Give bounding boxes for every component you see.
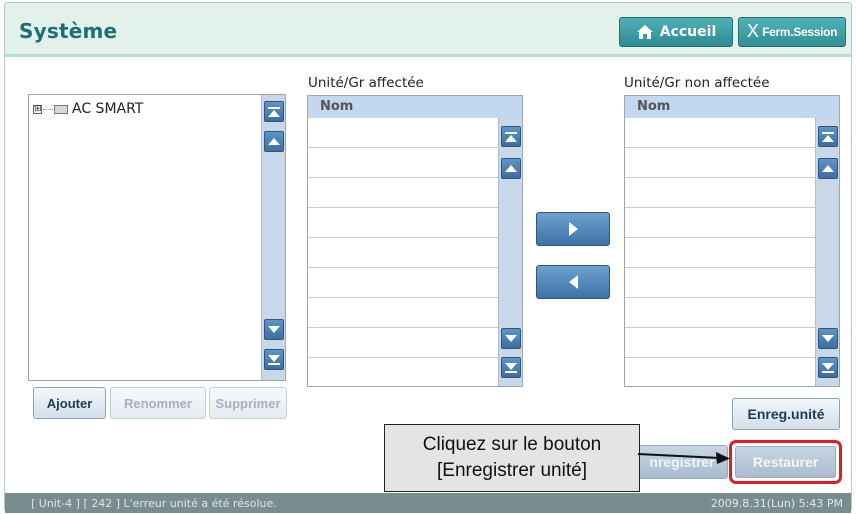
list-row[interactable] [625,178,839,208]
scroll-top-button[interactable] [818,126,838,147]
save-unit-button[interactable]: Enreg.unité [732,398,840,430]
restore-highlight [729,440,842,484]
list-row[interactable] [625,328,839,358]
scroll-bottom-button[interactable] [501,357,521,378]
list-row[interactable] [625,118,839,148]
assigned-label: Unité/Gr affectée [308,75,424,91]
list-row[interactable] [308,298,522,328]
scroll-top-button[interactable] [501,126,521,147]
list-row[interactable] [308,268,522,298]
assigned-scrollbar[interactable] [498,118,522,386]
tree-scrollbar[interactable] [261,95,285,380]
list-row[interactable] [625,238,839,268]
device-icon [54,104,68,114]
list-row[interactable] [308,358,522,386]
status-bar: [ Unit-4 ] [ 242 ] L'erreur unité a été … [5,493,851,513]
scroll-down-button[interactable] [501,328,521,349]
move-right-button[interactable] [536,212,610,246]
page-title: Système [19,19,118,43]
scroll-down-button[interactable] [264,319,284,340]
list-row[interactable] [308,118,522,148]
home-icon [636,25,653,39]
delete-button[interactable]: Supprimer [209,387,287,419]
list-row[interactable] [308,238,522,268]
add-button[interactable]: Ajouter [33,387,106,419]
list-row[interactable] [625,208,839,238]
list-row[interactable] [308,148,522,178]
expand-icon[interactable]: ⊞ [33,104,42,114]
home-button[interactable]: Accueil [619,17,733,47]
scroll-up-button[interactable] [264,131,284,152]
list-row[interactable] [308,208,522,238]
list-row[interactable] [625,298,839,328]
list-row[interactable] [308,328,522,358]
arrow-right-icon [568,222,578,236]
unassigned-column-header: Nom [625,96,839,118]
list-row[interactable] [308,178,522,208]
callout-line-2: [Enregistrer unité] [437,460,587,481]
assigned-list: Nom [307,95,523,387]
scroll-up-button[interactable] [818,158,838,179]
instruction-callout: Cliquez sur le bouton [Enregistrer unité… [384,424,640,492]
tree-item-label: AC SMART [72,101,144,117]
arrow-left-icon [568,275,578,289]
scroll-down-button[interactable] [818,328,838,349]
status-datetime: 2009.8.31(Lun) 5:43 PM [710,496,843,510]
rename-button[interactable]: Renommer [110,387,206,419]
logout-button[interactable]: X Ferm.Session [738,17,846,47]
move-left-button[interactable] [536,265,610,299]
list-row[interactable] [625,358,839,386]
unassigned-label: Unité/Gr non affectée [624,75,770,91]
scroll-top-button[interactable] [264,101,284,122]
unassigned-list: Nom [624,95,840,387]
title-bar: Système Accueil X Ferm.Session [5,3,851,57]
group-tree: ⊞ AC SMART [28,94,286,381]
list-row[interactable] [625,268,839,298]
unassigned-scrollbar[interactable] [815,118,839,386]
tree-connector [43,108,53,110]
scroll-bottom-button[interactable] [264,349,284,370]
callout-arrow-icon [637,452,730,464]
tree-item-ac-smart[interactable]: ⊞ AC SMART [33,101,143,117]
home-label: Accueil [659,24,717,40]
scroll-up-button[interactable] [501,158,521,179]
logout-label: Ferm.Session [762,25,838,39]
assigned-column-header: Nom [308,96,522,118]
status-message: [ Unit-4 ] [ 242 ] L'erreur unité a été … [31,496,277,510]
close-icon: X [746,21,760,42]
callout-line-1: Cliquez sur le bouton [422,434,602,455]
scroll-bottom-button[interactable] [818,357,838,378]
list-row[interactable] [625,148,839,178]
